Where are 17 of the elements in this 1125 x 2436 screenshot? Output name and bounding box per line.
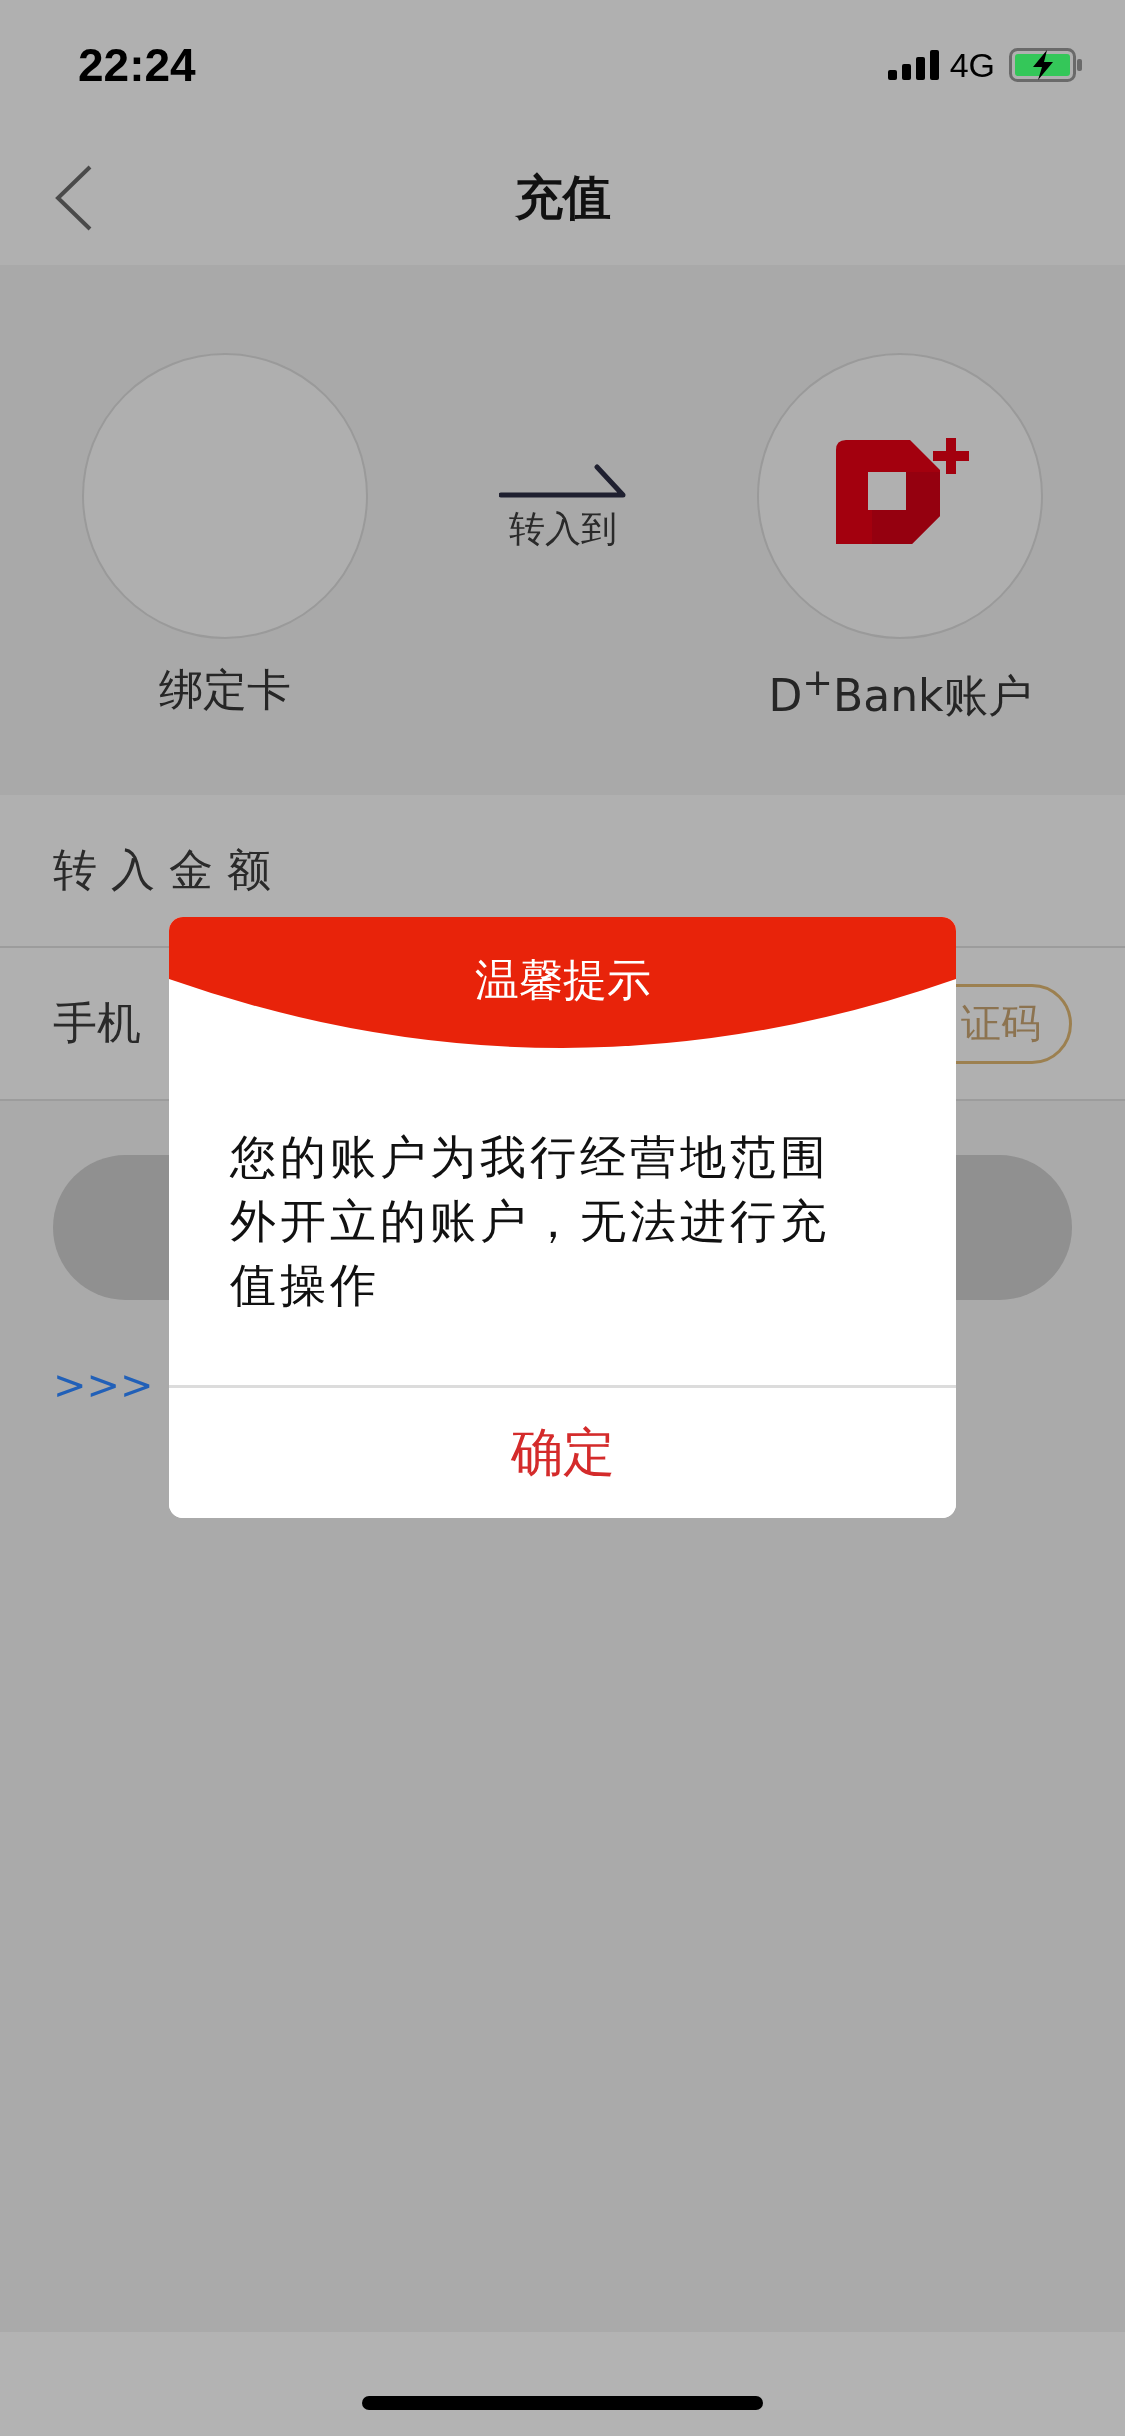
signal-icon [887, 50, 940, 80]
help-link[interactable]: >>> [53, 1362, 154, 1408]
submit-button[interactable] [956, 1155, 1072, 1300]
account-label: D$^{+}$Bank账户 [768, 661, 1032, 723]
dialog-title: 温馨提示 [474, 953, 651, 1007]
network-label: 4G [949, 45, 995, 85]
bound-card-label: 绑定卡 [159, 663, 291, 717]
confirm-button[interactable]: 确定 [169, 1385, 956, 1518]
transfer-label: 转入到 [508, 507, 617, 551]
battery-charging-icon [1009, 48, 1083, 82]
dialog-message: 您的账户为我行经营地范围外开立的账户，无法进行充值操作 [230, 1129, 831, 1314]
amount-label: 转 入 金 额 [53, 843, 271, 897]
status-time: 22:24 [78, 38, 196, 92]
submit-button[interactable] [53, 1155, 169, 1300]
back-icon[interactable] [54, 164, 94, 232]
phone-code-label: 手机 [53, 996, 141, 1050]
page-title: 充值 [514, 167, 611, 227]
